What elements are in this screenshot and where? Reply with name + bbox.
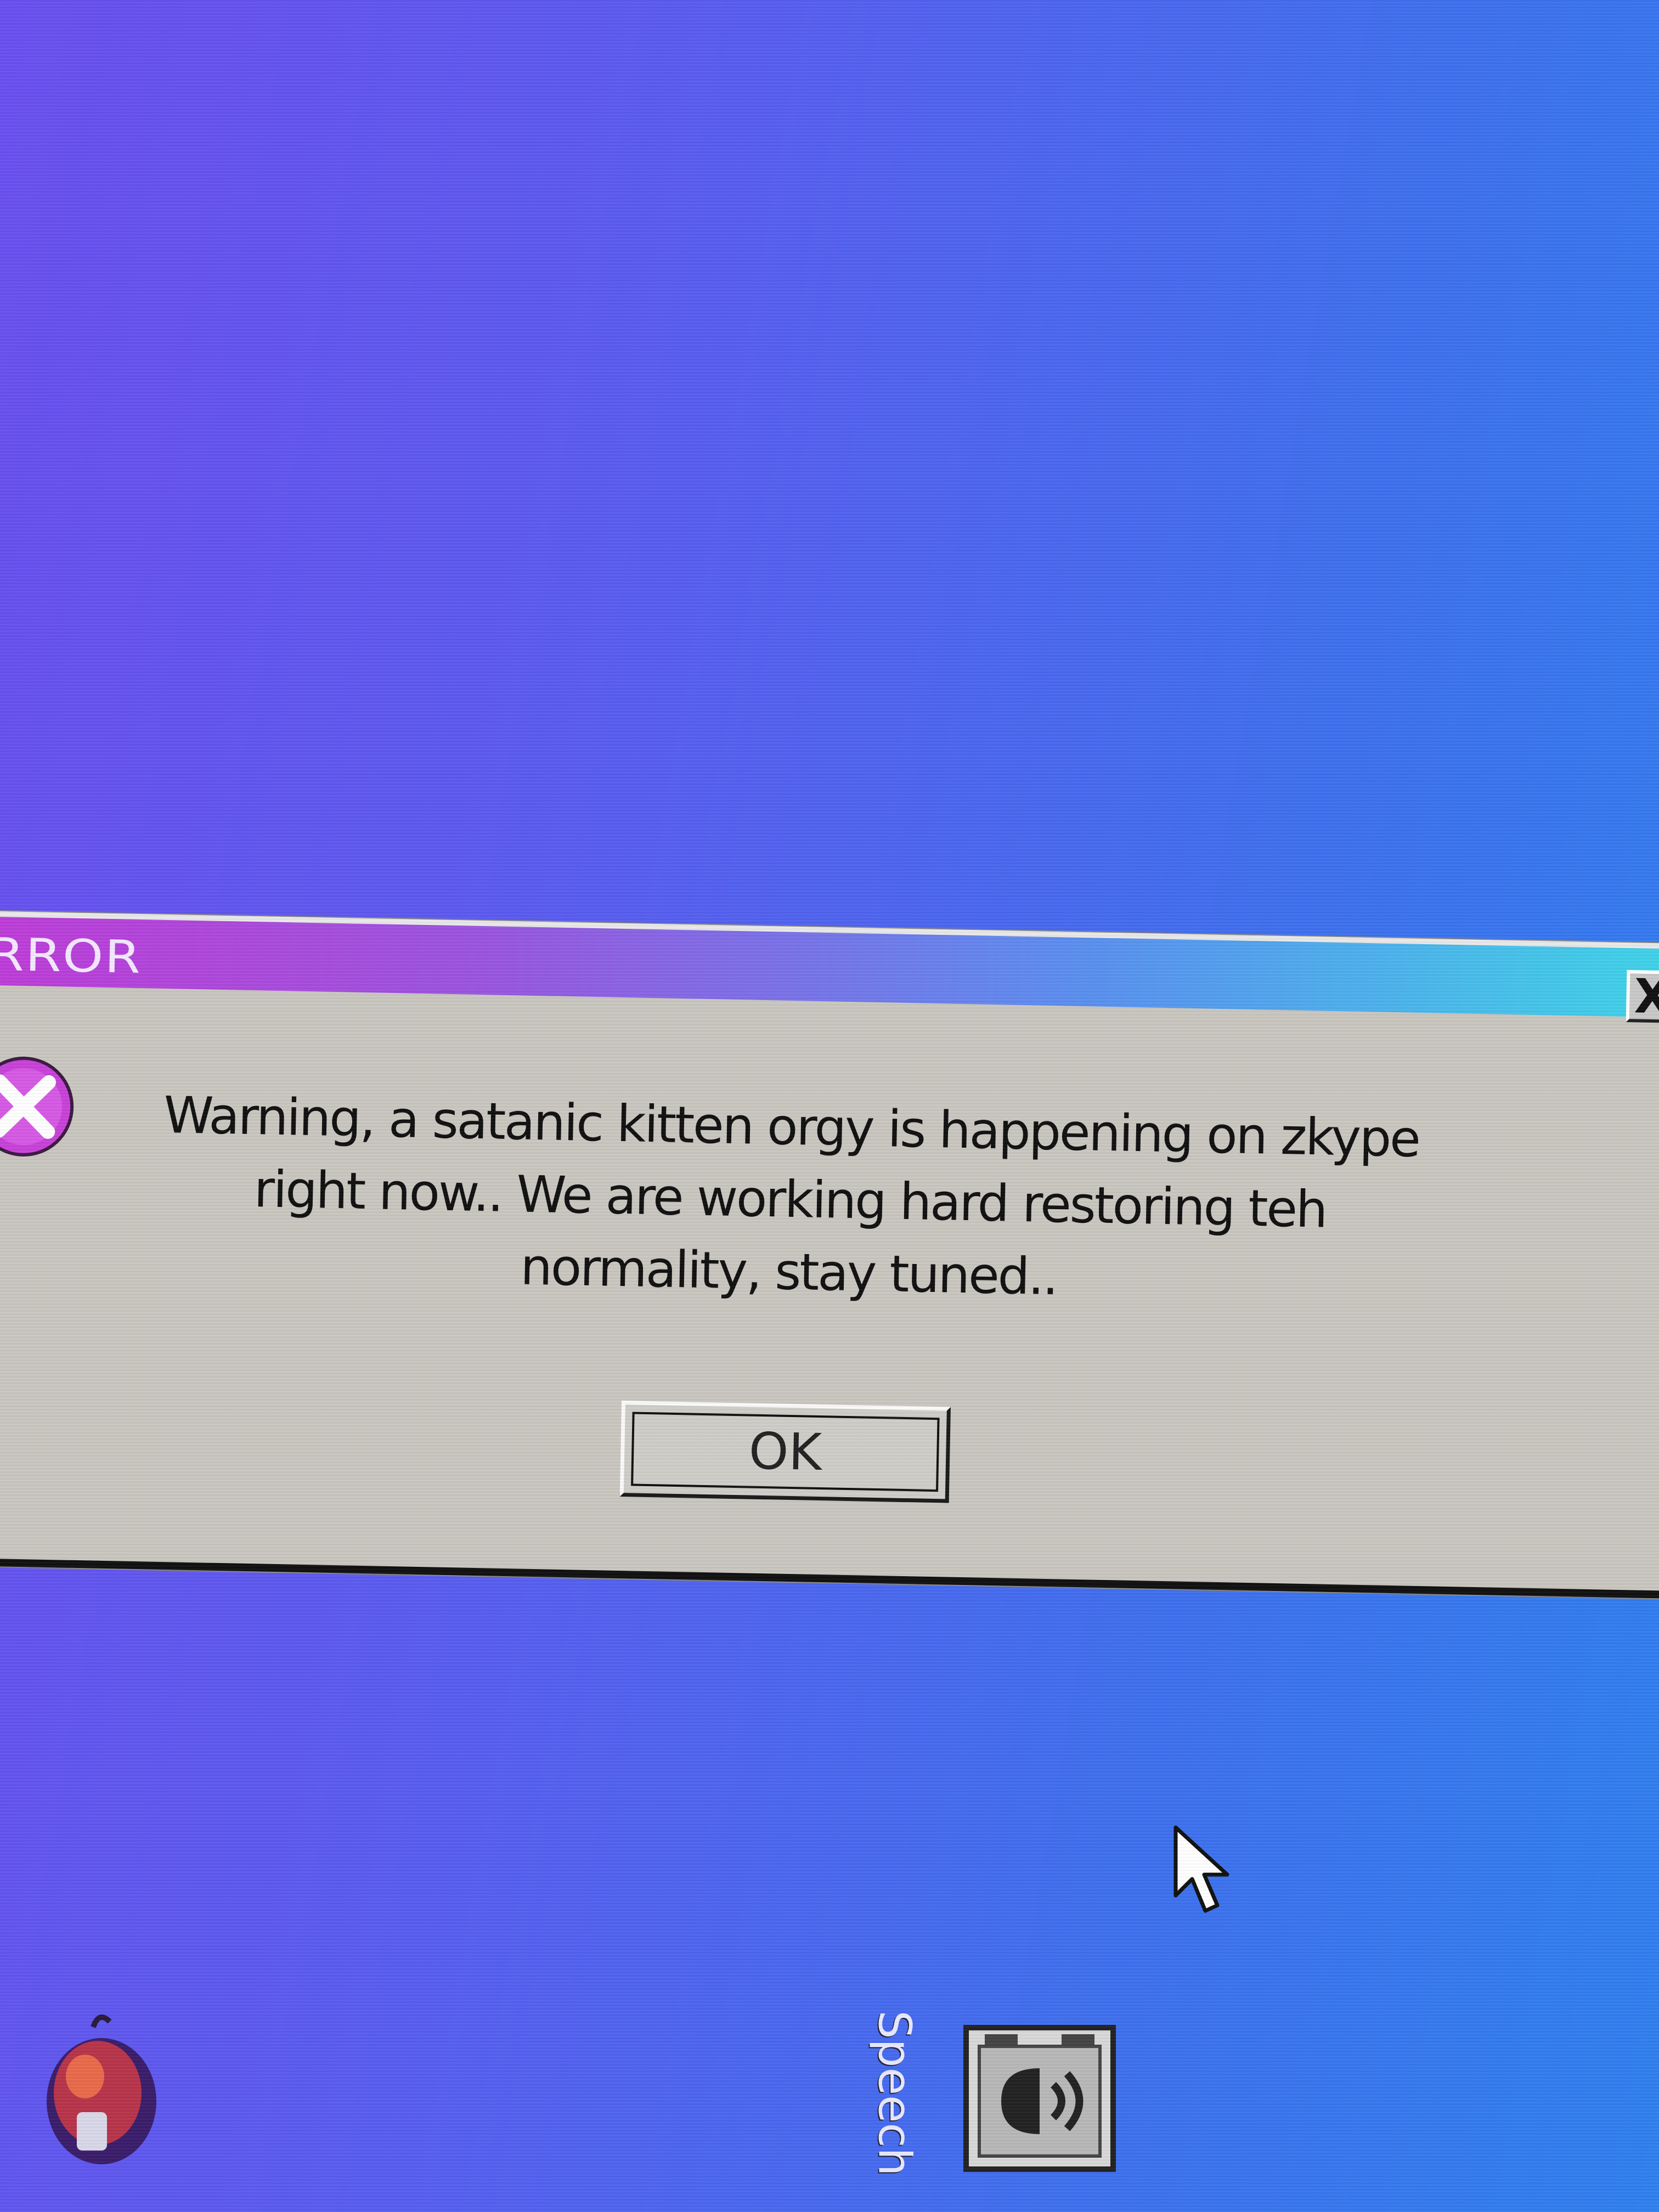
cursor-icon — [1173, 1825, 1229, 1913]
close-icon: X — [1633, 968, 1659, 1025]
app-icon[interactable] — [33, 2011, 165, 2170]
ok-button-label: OK — [748, 1421, 822, 1482]
speech-icon-label[interactable]: Speech — [864, 2002, 924, 2183]
close-button[interactable]: X — [1626, 968, 1659, 1025]
error-message: Warning, a satanic kitten orgy is happen… — [146, 1079, 1434, 1321]
error-dialog: RROR X Warning, a satanic kitten orgy is… — [0, 911, 1659, 1599]
ok-button[interactable]: OK — [619, 1401, 951, 1503]
speech-icon[interactable] — [963, 2024, 1116, 2172]
desktop: RROR X Warning, a satanic kitten orgy is… — [0, 0, 1659, 2212]
error-icon — [0, 1057, 74, 1157]
window-title: RROR — [0, 928, 143, 984]
title-bar[interactable]: RROR X — [0, 916, 1659, 1024]
